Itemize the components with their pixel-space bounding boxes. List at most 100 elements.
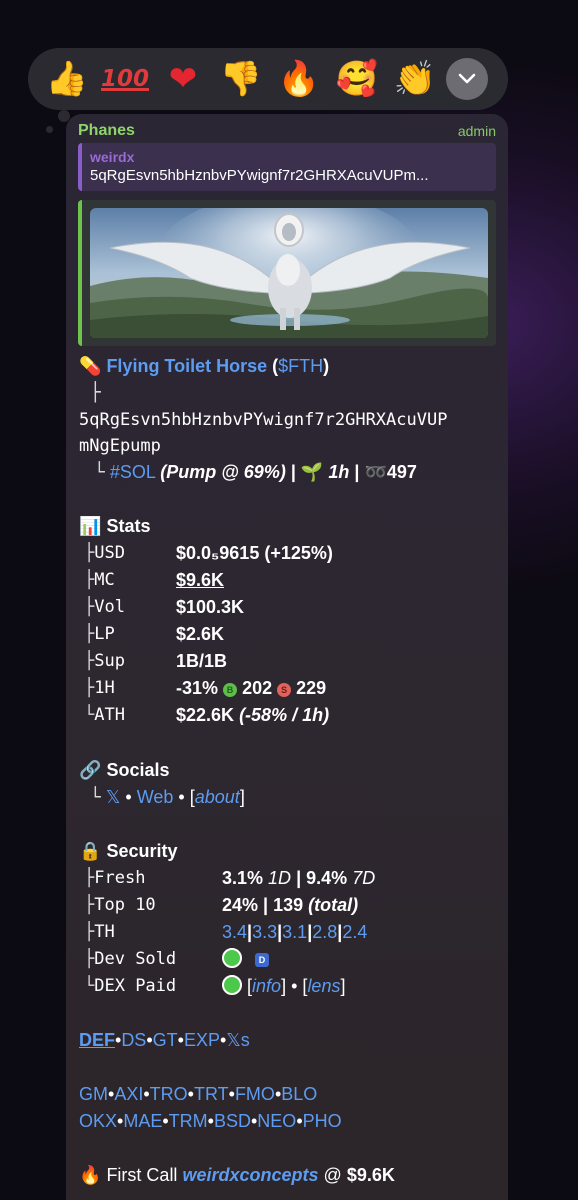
contract-address-line2[interactable]: mNgEpump <box>79 434 161 458</box>
trading-bots-row-1: GM•AXI•TRO•TRT•FMO•BLO <box>79 1082 317 1106</box>
separator: | <box>296 868 302 888</box>
tree-end: └ <box>84 705 95 725</box>
okx-link[interactable]: OKX <box>79 1111 117 1131</box>
supply-value: 1B/1B <box>176 651 228 671</box>
sender-name[interactable]: Phanes <box>78 122 135 139</box>
stats-label: MC <box>94 570 115 590</box>
def-link[interactable]: DEF <box>79 1030 115 1050</box>
ticker-close-paren: ) <box>323 356 330 376</box>
stats-row-sup: ├Sup <box>84 649 125 673</box>
pill-icon: 💊 <box>79 356 102 377</box>
separator: | <box>354 462 360 482</box>
x-search-link[interactable]: 𝕏s <box>226 1030 250 1050</box>
green-check-circle-icon <box>222 948 242 968</box>
exp-link[interactable]: EXP <box>184 1030 220 1050</box>
seedling-icon: 🌱 <box>300 462 324 483</box>
holder-link[interactable]: 3.1 <box>282 922 307 942</box>
socials-links: └ 𝕏 • Web • [about] <box>90 785 245 810</box>
dex-paid-status: [info] • [lens] <box>222 974 345 998</box>
holder-link[interactable]: 2.8 <box>312 922 337 942</box>
stats-row-vol: ├Vol <box>84 595 125 619</box>
fresh-7d-pct: 9.4% <box>306 868 348 888</box>
tro-link[interactable]: TRO <box>150 1084 188 1104</box>
gm-link[interactable]: GM <box>79 1084 108 1104</box>
bsd-link[interactable]: BSD <box>214 1111 251 1131</box>
stats-row-usd: ├USD <box>84 541 125 565</box>
neo-link[interactable]: NEO <box>257 1111 296 1131</box>
tree-end: └ <box>84 976 95 996</box>
tree-end: └ <box>94 462 105 483</box>
holder-link[interactable]: 2.4 <box>342 922 367 942</box>
sender-role-badge: admin <box>457 123 496 139</box>
dex-info-link[interactable]: info <box>252 976 281 996</box>
first-call-mc: $9.6K <box>346 1165 395 1185</box>
axi-link[interactable]: AXI <box>114 1084 143 1104</box>
dev-info-badge[interactable]: D <box>255 953 270 967</box>
sell-count: 229 <box>296 678 327 698</box>
trm-link[interactable]: TRM <box>169 1111 208 1131</box>
tree-branch: ├ <box>84 949 95 969</box>
token-image[interactable] <box>90 208 488 338</box>
thumbs-up-icon[interactable]: 👍 <box>38 50 96 108</box>
reaction-bar: 👍 100 ❤ 👎 🔥 🥰 👏 <box>28 48 508 110</box>
smiling-hearts-icon[interactable]: 🥰 <box>328 50 386 108</box>
reply-author: weirdx <box>90 149 135 165</box>
tree-branch: ├ <box>84 922 95 942</box>
fire-icon[interactable]: 🔥 <box>270 50 328 108</box>
total-label: (total) <box>308 895 359 915</box>
stats-label: ATH <box>94 705 125 725</box>
fresh-1d-pct: 3.1% <box>222 868 264 888</box>
expand-reactions-button[interactable] <box>446 58 488 100</box>
top10-values: 24% | 139 (total) <box>222 893 358 917</box>
caller-link[interactable]: weirdxconcepts <box>182 1165 318 1185</box>
stats-label: Vol <box>94 597 125 617</box>
dex-lens-link[interactable]: lens <box>307 976 340 996</box>
trt-link[interactable]: TRT <box>194 1084 229 1104</box>
bar-chart-icon: 📊 <box>79 516 102 537</box>
gt-link[interactable]: GT <box>153 1030 178 1050</box>
x-link[interactable]: 𝕏 <box>106 787 121 807</box>
token-name-link[interactable]: Flying Toilet Horse <box>106 356 267 376</box>
chain-hashtag[interactable]: #SOL <box>110 462 155 482</box>
stats-title: Stats <box>106 516 151 536</box>
holders-count: 497 <box>386 462 417 482</box>
stats-label: Sup <box>94 651 125 671</box>
market-cap-link[interactable]: $9.6K <box>176 568 224 592</box>
stats-row-mc: ├MC <box>84 568 115 592</box>
red-heart-icon[interactable]: ❤ <box>154 50 212 108</box>
fmo-link[interactable]: FMO <box>235 1084 275 1104</box>
socials-heading: 🔗 Socials <box>79 758 169 783</box>
contract-address-line1[interactable]: 5qRgEsvn5hbHznbvPYwignf7r2GHRXAcuVUP <box>79 408 447 432</box>
about-link[interactable]: about <box>195 787 240 807</box>
web-link[interactable]: Web <box>137 787 174 807</box>
ds-link[interactable]: DS <box>121 1030 146 1050</box>
security-row-dev: ├Dev Sold <box>84 947 176 971</box>
blo-link[interactable]: BLO <box>281 1084 317 1104</box>
tree-branch: ├ <box>84 895 95 915</box>
separator: | <box>263 895 269 915</box>
holder-link[interactable]: 3.3 <box>252 922 277 942</box>
link-preview[interactable] <box>78 200 496 346</box>
hundred-points-icon[interactable]: 100 <box>96 50 154 108</box>
pho-link[interactable]: PHO <box>303 1111 342 1131</box>
liquidity-value: $2.6K <box>176 624 225 644</box>
security-row-fresh: ├Fresh <box>84 866 145 890</box>
ath-value: $22.6K <box>176 705 235 725</box>
top10-pct: 24% <box>222 895 259 915</box>
token-meta-line: └ #SOL (Pump @ 69%) | 🌱 1h | ➿497 <box>94 460 417 485</box>
security-row-top10: ├Top 10 <box>84 893 156 917</box>
mae-link[interactable]: MAE <box>123 1111 162 1131</box>
tree-branch: ├ <box>84 543 95 563</box>
clapping-hands-icon[interactable]: 👏 <box>386 50 444 108</box>
bracket-close: ] <box>340 976 346 996</box>
ticker-link[interactable]: $FTH <box>278 356 323 376</box>
separator: | <box>290 462 296 482</box>
tree-branch: ├ <box>84 624 95 644</box>
stats-label: USD <box>94 543 125 563</box>
top-holders-links: 3.4|3.3|3.1|2.8|2.4 <box>222 920 367 944</box>
holder-link[interactable]: 3.4 <box>222 922 247 942</box>
reply-quote[interactable]: weirdx 5qRgEsvn5hbHznbvPYwignf7r2GHRXAcu… <box>78 143 496 191</box>
thumbs-down-icon[interactable]: 👎 <box>212 50 270 108</box>
lock-icon: 🔒 <box>79 841 102 862</box>
security-label: Dev Sold <box>94 949 177 969</box>
